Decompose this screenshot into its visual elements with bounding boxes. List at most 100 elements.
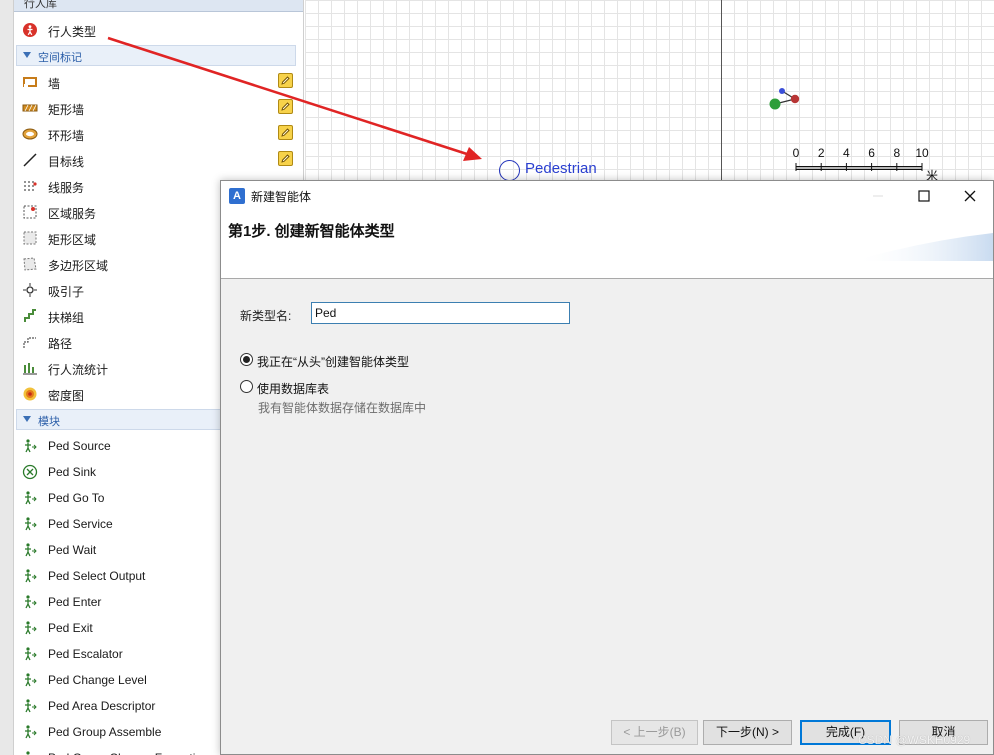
collapse-triangle-icon [23, 52, 31, 58]
maximize-icon[interactable] [901, 181, 947, 211]
palette-item-space-2[interactable]: 矩形墙 [14, 95, 303, 121]
palette-item-label: 扶梯组 [48, 311, 85, 325]
space-markup-icon [23, 387, 37, 401]
pedestrian-block-icon [25, 647, 37, 661]
space-markup-icon [24, 181, 37, 191]
space-markup-icon [22, 128, 38, 140]
palette-item-label: Ped Enter [48, 595, 102, 609]
space-markup-icon [23, 153, 37, 167]
palette-header: 行人库 ▫▫ [14, 0, 303, 12]
palette-item-label: Ped Exit [48, 621, 93, 635]
pedestrian-block-icon [25, 699, 37, 713]
palette-item-label: Ped Group Assemble [48, 725, 162, 739]
close-icon[interactable] [947, 181, 993, 211]
palette-item-label: 吸引子 [48, 285, 85, 299]
canvas-axis-line [721, 0, 722, 180]
palette-item-label: 区域服务 [48, 207, 97, 221]
scale-tick-label: 0 [793, 146, 800, 160]
radio-label: 我正在“从头”创建智能体类型 [257, 355, 409, 369]
section-header-space-markup[interactable]: 空间标记 [16, 45, 296, 66]
pedestrian-block-icon [26, 751, 30, 755]
radio-button-selected[interactable] [240, 353, 253, 366]
type-name-input[interactable] [311, 302, 570, 324]
wizard-step-title: 第1步. 创建新智能体类型 [228, 223, 395, 240]
palette-item-label: 多边形区域 [48, 259, 109, 273]
scale-tick-label: 2 [818, 146, 825, 160]
palette-item-label: 密度图 [48, 389, 85, 403]
palette-header-controls-icon[interactable]: ▫▫ [24, 0, 298, 6]
palette-item-label: Ped Group Change Formation [48, 751, 209, 755]
dialog-title: 新建智能体 [251, 190, 312, 204]
palette-item-label: Ped Area Descriptor [48, 699, 156, 713]
palette-item-label: Ped Escalator [48, 647, 123, 661]
pedestrian-block-icon [25, 439, 37, 453]
palette-item-label: Ped Service [48, 517, 113, 531]
database-option-hint: 我有智能体数据存储在数据库中 [258, 401, 427, 415]
scale-tick-label: 6 [868, 146, 875, 160]
space-markup-icon [23, 231, 37, 245]
pedestrian-agent-shape[interactable] [499, 160, 520, 181]
space-markup-icon [23, 283, 37, 297]
pedestrian-block-icon [22, 464, 38, 480]
wizard-header: 第1步. 创建新智能体类型 [221, 211, 993, 279]
scale-ruler-graphic: 0 2 4 6 8 10米 [793, 146, 938, 183]
palette-item-label: Ped Wait [48, 543, 97, 557]
minimize-icon[interactable] [855, 181, 901, 211]
palette-item-label: Ped Sink [48, 465, 97, 479]
pedestrian-block-icon [25, 725, 37, 739]
palette-item-label: Ped Select Output [48, 569, 146, 583]
palette-item-space-1[interactable]: 墙 [14, 69, 303, 95]
anylogic-logo-icon: A [229, 188, 245, 204]
space-markup-icon [23, 77, 37, 87]
pencil-edit-icon[interactable] [278, 151, 293, 166]
radio-create-from-scratch[interactable]: 我正在“从头”创建智能体类型 [240, 351, 440, 369]
next-button[interactable]: 下一步(N) > [703, 720, 792, 745]
scale-tick-label: 10 [915, 146, 929, 160]
palette-item-label: 行人类型 [48, 25, 97, 39]
palette-item-label: Ped Go To [48, 491, 105, 505]
pedestrian-agent-label[interactable]: Pedestrian [525, 160, 597, 177]
space-markup-icon [22, 104, 38, 112]
radio-use-database-table[interactable]: 使用数据库表 [240, 378, 360, 396]
pencil-edit-icon[interactable] [278, 73, 293, 88]
new-agent-dialog: A 新建智能体 第1步. 创建新智能体类型 新类型名: 我正在“从头”创建智能体… [220, 180, 994, 755]
pencil-edit-icon[interactable] [278, 125, 293, 140]
pedestrian-block-icon [25, 595, 37, 609]
pedestrian-block-icon [25, 569, 37, 583]
pedestrian-block-icon [25, 517, 37, 531]
palette-item-label: 线服务 [48, 181, 85, 195]
palette-item-label: 墙 [48, 77, 61, 91]
watermark-text: CSDN @WSKH0929 [858, 733, 971, 747]
scale-tick-label: 8 [893, 146, 900, 160]
palette-item-ped-type[interactable]: 行人类型 [14, 17, 303, 43]
section-header-label: 模块 [38, 416, 60, 428]
space-markup-icon [23, 363, 37, 375]
space-markup-icon [24, 309, 36, 322]
space-markup-icon [23, 205, 37, 219]
pedestrian-type-icon [23, 23, 37, 37]
left-toolbar-strip [0, 0, 14, 755]
pedestrian-block-icon [25, 543, 37, 557]
space-markup-icon [23, 257, 37, 271]
palette-item-label: 环形墙 [48, 129, 85, 143]
palette-item-label: Ped Change Level [48, 673, 147, 687]
pedestrian-block-icon [25, 621, 37, 635]
pedestrian-block-icon [25, 673, 37, 687]
scale-ruler: 0 2 4 6 8 10 米 [780, 145, 940, 185]
palette-item-space-4[interactable]: 目标线 [14, 147, 303, 173]
scale-tick-label: 4 [843, 146, 850, 160]
palette-item-space-3[interactable]: 环形墙 [14, 121, 303, 147]
palette-item-label: 目标线 [48, 155, 85, 169]
palette-item-label: 路径 [48, 337, 73, 351]
palette-item-label: 矩形墙 [48, 103, 85, 117]
radio-button[interactable] [240, 380, 253, 393]
dialog-titlebar[interactable]: A 新建智能体 [221, 181, 993, 211]
space-markup-icon [23, 337, 36, 348]
back-button[interactable]: < 上一步(B) [611, 720, 698, 745]
pedestrian-block-icon [25, 491, 37, 505]
palette-item-label: Ped Source [48, 439, 111, 453]
collapse-triangle-icon [23, 416, 31, 422]
pencil-edit-icon[interactable] [278, 99, 293, 114]
section-header-label: 空间标记 [38, 52, 82, 64]
palette-item-label: 矩形区域 [48, 233, 97, 247]
